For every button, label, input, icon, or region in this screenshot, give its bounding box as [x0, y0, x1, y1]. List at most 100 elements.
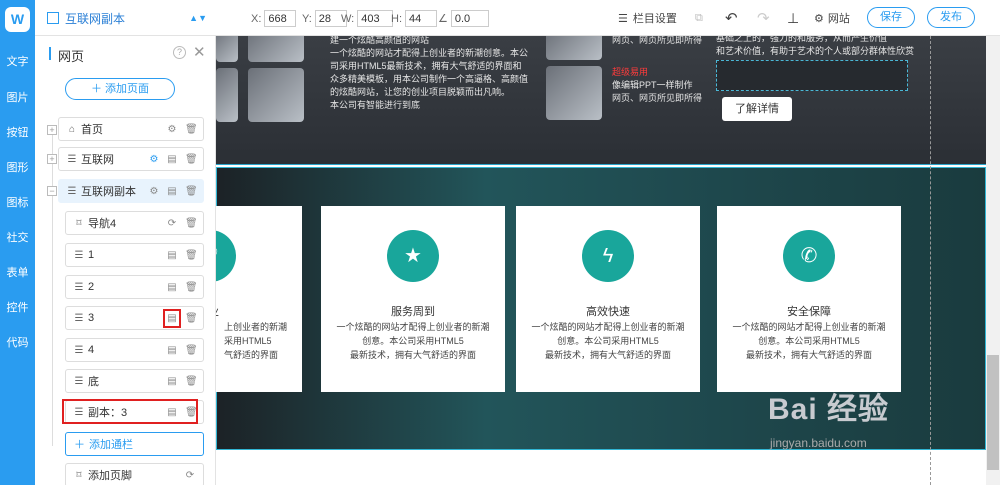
top-toolbar: 互联网副本 ▲▼ X: Y: W: H: ∠ ☰ 栏目设置 ⧉ ↶ ↷: [35, 0, 1000, 36]
website-settings-button[interactable]: ⚙ 网站: [814, 8, 850, 28]
y-label: Y:: [302, 12, 312, 25]
w-input[interactable]: [357, 10, 394, 27]
feature-desc: 一个炫酷的网站才配得上创业者的新潮 创意。本公司采用HTML5 最新技术，拥有大…: [729, 320, 889, 362]
hero-section[interactable]: 建一个炫酷高颜值的网站 一个炫酷的网站才配得上创业者的新潮创意。本公 司采用HT…: [216, 36, 986, 164]
rail-item-control[interactable]: 控件: [0, 299, 35, 315]
hero-image: [248, 68, 304, 122]
copy-icon[interactable]: ▤: [167, 154, 177, 165]
add-nav-button[interactable]: ＋ 添加通栏: [65, 432, 204, 456]
add-page-label: 添加页面: [105, 83, 150, 95]
home-icon: ⌂: [68, 123, 76, 135]
watermark-brand: Bai 经验: [768, 393, 890, 426]
align-icon[interactable]: ⊥: [787, 8, 799, 28]
scrollbar-thumb[interactable]: [987, 355, 999, 470]
section-item-label: 4: [88, 344, 95, 356]
delete-icon[interactable]: 🗑: [185, 124, 198, 135]
learn-more-button[interactable]: 了解详情: [722, 97, 792, 121]
rail-item-icon[interactable]: 图标: [0, 194, 35, 210]
feature-card[interactable]: ♡ 业 上创业者的新潮 采用HTML5 气舒适的界面: [216, 206, 302, 392]
delete-icon[interactable]: 🗑: [185, 282, 198, 293]
panel-accent-bar: [49, 47, 51, 60]
page-icon: [47, 12, 59, 24]
delete-icon[interactable]: 🗑: [185, 345, 198, 356]
rail-item-form[interactable]: 表单: [0, 264, 35, 280]
gear-icon[interactable]: ⚙: [149, 154, 159, 165]
hero-line: 司采用HTML5最新技术，拥有大气舒适的界面和: [330, 61, 522, 71]
expand-icon[interactable]: +: [47, 125, 57, 135]
feature-card[interactable]: ★ 服务周到 一个炫酷的网站才配得上创业者的新潮 创意。本公司采用HTML5 最…: [321, 206, 505, 392]
plus-icon: ＋: [90, 83, 106, 95]
copy-icon[interactable]: ▤: [167, 186, 177, 197]
watermark-url: jingyan.baidu.com: [770, 436, 867, 450]
page-selector-label: 互联网副本: [65, 11, 126, 26]
page-item-internet-copy[interactable]: ☰ 互联网副本 ⚙ ▤ 🗑: [58, 179, 204, 203]
copy-icon[interactable]: ▤: [163, 308, 181, 328]
help-icon[interactable]: ?: [173, 46, 186, 59]
app-logo[interactable]: W: [5, 7, 30, 32]
page-item-home[interactable]: ⌂ 首页 ⚙ 🗑: [58, 117, 204, 141]
refresh-icon[interactable]: ⟳: [185, 470, 195, 481]
heart-icon: ♡: [216, 230, 236, 282]
angle-input[interactable]: [450, 10, 489, 27]
add-page-button[interactable]: ＋ 添加页面: [65, 78, 175, 100]
list-icon: ☰: [74, 375, 84, 387]
delete-icon[interactable]: 🗑: [185, 313, 198, 324]
save-button[interactable]: 保存: [867, 7, 915, 28]
h-input[interactable]: [405, 10, 437, 27]
collapse-icon[interactable]: −: [47, 186, 57, 196]
rail-item-text[interactable]: 文字: [0, 53, 35, 69]
feature-card[interactable]: ✆ 安全保障 一个炫酷的网站才配得上创业者的新潮 创意。本公司采用HTML5 最…: [717, 206, 901, 392]
section-item-nav4[interactable]: ⌑ 导航4 ⟳ 🗑: [65, 211, 204, 235]
angle-coord: ∠: [438, 10, 489, 27]
chevron-updown-icon: ▲▼: [189, 13, 207, 23]
page-item-internet[interactable]: ☰ 互联网 ⚙ ▤ 🗑: [58, 147, 204, 171]
expand-icon[interactable]: +: [47, 154, 57, 164]
hero-image: [546, 36, 602, 60]
feature-line: 创意。本公司采用HTML5: [758, 336, 860, 346]
rail-item-social[interactable]: 社交: [0, 229, 35, 245]
website-label: 网站: [827, 13, 850, 25]
delete-icon[interactable]: 🗑: [185, 250, 198, 261]
gear-icon[interactable]: ⚙: [167, 124, 177, 135]
section-item-3[interactable]: ☰ 3 ▤ 🗑: [65, 306, 204, 330]
section-item-4[interactable]: ☰ 4 ▤ 🗑: [65, 338, 204, 362]
section-item-1[interactable]: ☰ 1 ▤ 🗑: [65, 243, 204, 267]
rail-item-code[interactable]: 代码: [0, 334, 35, 350]
x-input[interactable]: [264, 10, 297, 27]
add-footer-item[interactable]: ⌑ 添加页脚 ⟳: [65, 463, 204, 485]
copy-icon[interactable]: ▤: [167, 282, 177, 293]
feature-line: 上创业者的新潮: [224, 322, 288, 332]
close-icon[interactable]: ✕: [193, 43, 206, 61]
plus-icon: ＋: [74, 439, 85, 451]
section-item-2[interactable]: ☰ 2 ▤ 🗑: [65, 275, 204, 299]
copy-icon[interactable]: ▤: [167, 376, 177, 387]
redo-icon[interactable]: ↷: [757, 8, 770, 28]
app-window: W 文字 图片 按钮 图形 图标 社交 表单 控件 代码 互联网副本 ▲▼ X:…: [0, 0, 1000, 485]
selected-element[interactable]: [716, 60, 908, 91]
column-settings-button[interactable]: ☰ 栏目设置: [618, 8, 677, 28]
rail-item-button[interactable]: 按钮: [0, 124, 35, 140]
delete-icon[interactable]: 🗑: [185, 186, 198, 197]
hero-image: [216, 68, 238, 122]
section-item-bottom[interactable]: ☰ 底 ▤ 🗑: [65, 369, 204, 393]
feature-line: 最新技术，拥有大气舒适的界面: [745, 350, 872, 360]
feature-card[interactable]: ϟ 高效快速 一个炫酷的网站才配得上创业者的新潮 创意。本公司采用HTML5 最…: [516, 206, 700, 392]
rail-item-shape[interactable]: 图形: [0, 159, 35, 175]
undo-icon[interactable]: ↶: [725, 8, 738, 28]
feature-title: 服务周到: [391, 306, 435, 318]
rail-item-image[interactable]: 图片: [0, 89, 35, 105]
hero-line: 基础之上的，强力的和服务，从而产生价值: [716, 36, 888, 43]
copy-icon[interactable]: ⧉: [695, 8, 703, 28]
refresh-icon[interactable]: ⟳: [167, 218, 177, 229]
gear-icon[interactable]: ⚙: [149, 186, 159, 197]
delete-icon[interactable]: 🗑: [185, 154, 198, 165]
copy-icon[interactable]: ▤: [167, 250, 177, 261]
copy-icon[interactable]: ▤: [167, 345, 177, 356]
bolt-icon: ϟ: [582, 230, 634, 282]
column-settings-label: 栏目设置: [632, 13, 677, 25]
delete-icon[interactable]: 🗑: [185, 376, 198, 387]
section-item-label: 1: [88, 249, 95, 261]
page-selector[interactable]: 互联网副本 ▲▼: [47, 10, 207, 26]
publish-button[interactable]: 发布: [927, 7, 975, 28]
delete-icon[interactable]: 🗑: [185, 218, 198, 229]
